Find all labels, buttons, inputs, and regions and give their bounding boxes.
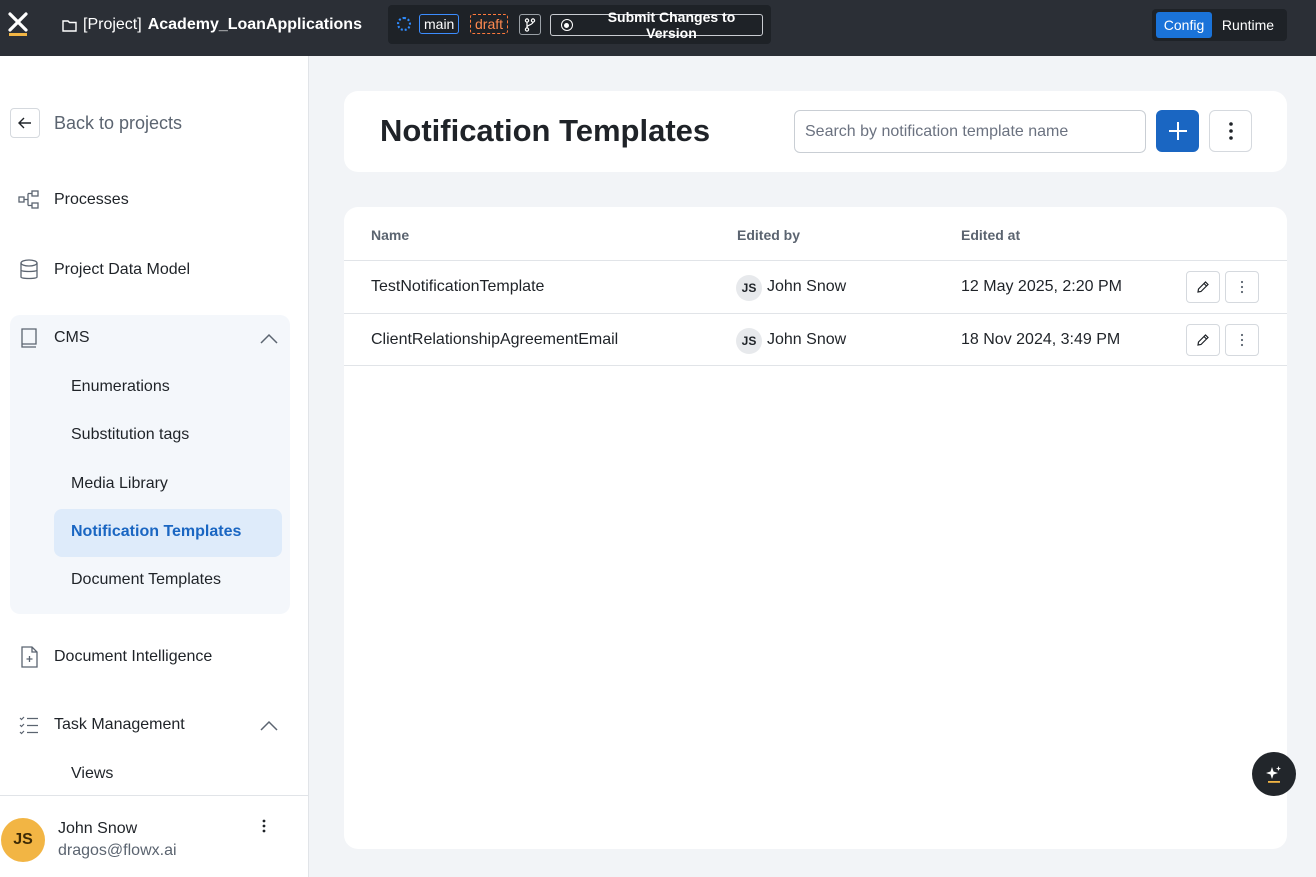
sidebar-item-enumerations[interactable]: Enumerations [71, 378, 170, 396]
edited-by: John Snow [767, 331, 847, 348]
avatar: JS [736, 328, 762, 354]
sidebar-item-label: Task Management [54, 716, 185, 733]
edit-button[interactable] [1186, 324, 1220, 356]
mode-switch: Config Runtime [1152, 9, 1287, 41]
divider [0, 795, 309, 796]
folder-icon [62, 19, 77, 32]
sidebar-item-label: Processes [54, 191, 129, 208]
sidebar-item-views[interactable]: Views [71, 765, 113, 783]
document-plus-icon [18, 646, 40, 668]
task-list-icon [18, 714, 40, 736]
project-name: Academy_LoanApplications [147, 16, 362, 33]
top-bar: [Project] Academy_LoanApplications main … [0, 0, 1316, 56]
project-prefix: [Project] [83, 16, 142, 33]
book-icon [18, 327, 40, 349]
more-vertical-icon [1228, 122, 1233, 140]
submit-changes-button[interactable]: Submit Changes to Version [550, 9, 763, 41]
database-icon [18, 259, 40, 281]
version-bar: main draft Submit Changes to Version [388, 5, 771, 44]
sidebar-item-document-intelligence[interactable]: Document Intelligence [18, 646, 212, 668]
template-name[interactable]: TestNotificationTemplate [371, 278, 544, 296]
more-vertical-icon [1240, 280, 1244, 294]
chevron-up-icon[interactable] [259, 329, 279, 349]
branch-icon-button[interactable] [519, 14, 541, 35]
column-header-edited-by[interactable]: Edited by [737, 227, 800, 243]
sidebar-item-cms[interactable]: CMS [18, 327, 90, 349]
sidebar-item-media-library[interactable]: Media Library [71, 475, 168, 493]
submit-changes-label: Submit Changes to Version [607, 9, 736, 41]
table-row[interactable]: TestNotificationTemplate JS John Snow 12… [344, 260, 1287, 313]
plus-icon [1168, 122, 1187, 140]
avatar[interactable]: JS [1, 818, 45, 862]
back-to-projects-link[interactable]: Back to projects [54, 113, 182, 134]
draft-badge: draft [470, 14, 509, 34]
edit-button[interactable] [1186, 271, 1220, 303]
more-options-button[interactable] [1209, 110, 1252, 152]
column-header-name[interactable]: Name [371, 227, 409, 243]
user-email: dragos@flowx.ai [58, 842, 177, 859]
pencil-icon [1197, 281, 1209, 293]
template-name[interactable]: ClientRelationshipAgreementEmail [371, 331, 618, 349]
sidebar-item-label: Project Data Model [54, 261, 191, 278]
user-menu-icon[interactable] [256, 818, 272, 834]
chevron-up-icon[interactable] [259, 716, 279, 736]
column-header-edited-at[interactable]: Edited at [961, 227, 1020, 243]
avatar: JS [736, 275, 762, 301]
ai-assistant-button[interactable] [1252, 752, 1296, 796]
sidebar-item-substitution-tags[interactable]: Substitution tags [71, 426, 189, 444]
sidebar-item-task-management[interactable]: Task Management [18, 714, 185, 736]
sidebar-item-project-data-model[interactable]: Project Data Model [18, 259, 190, 281]
search-input[interactable] [794, 110, 1146, 153]
processes-icon [18, 189, 40, 211]
back-button[interactable] [10, 108, 40, 138]
edited-at: 12 May 2025, 2:20 PM [961, 278, 1122, 295]
sidebar: Back to projects Processes Project Data … [0, 56, 309, 877]
config-mode-button[interactable]: Config [1156, 12, 1212, 38]
sidebar-item-notification-templates[interactable]: Notification Templates [71, 523, 241, 541]
add-template-button[interactable] [1156, 110, 1199, 152]
flowx-logo[interactable] [8, 12, 28, 36]
table-row[interactable]: ClientRelationshipAgreementEmail JS John… [344, 313, 1287, 366]
project-breadcrumb: [Project] Academy_LoanApplications [62, 16, 362, 34]
page-title: Notification Templates [380, 113, 711, 148]
page-header: Notification Templates [344, 91, 1287, 172]
row-more-button[interactable] [1225, 324, 1259, 356]
sidebar-item-processes[interactable]: Processes [18, 189, 129, 211]
cms-group [10, 315, 290, 614]
sidebar-item-label: CMS [54, 329, 90, 346]
sidebar-item-document-templates[interactable]: Document Templates [71, 571, 221, 589]
sync-status-icon [397, 17, 411, 31]
more-vertical-icon [1240, 333, 1244, 347]
arrow-left-icon [18, 117, 31, 129]
templates-table: Name Edited by Edited at TestNotificatio… [344, 207, 1287, 849]
sparkle-icon [1266, 766, 1281, 783]
user-name: John Snow [58, 820, 138, 837]
edited-at: 18 Nov 2024, 3:49 PM [961, 331, 1121, 348]
pencil-icon [1197, 334, 1209, 346]
sidebar-item-label: Document Intelligence [54, 648, 213, 665]
runtime-mode-button[interactable]: Runtime [1216, 12, 1280, 38]
row-more-button[interactable] [1225, 271, 1259, 303]
edited-by: John Snow [767, 278, 847, 295]
branch-badge[interactable]: main [419, 14, 460, 34]
record-icon [561, 19, 573, 31]
git-branch-icon [524, 17, 536, 32]
